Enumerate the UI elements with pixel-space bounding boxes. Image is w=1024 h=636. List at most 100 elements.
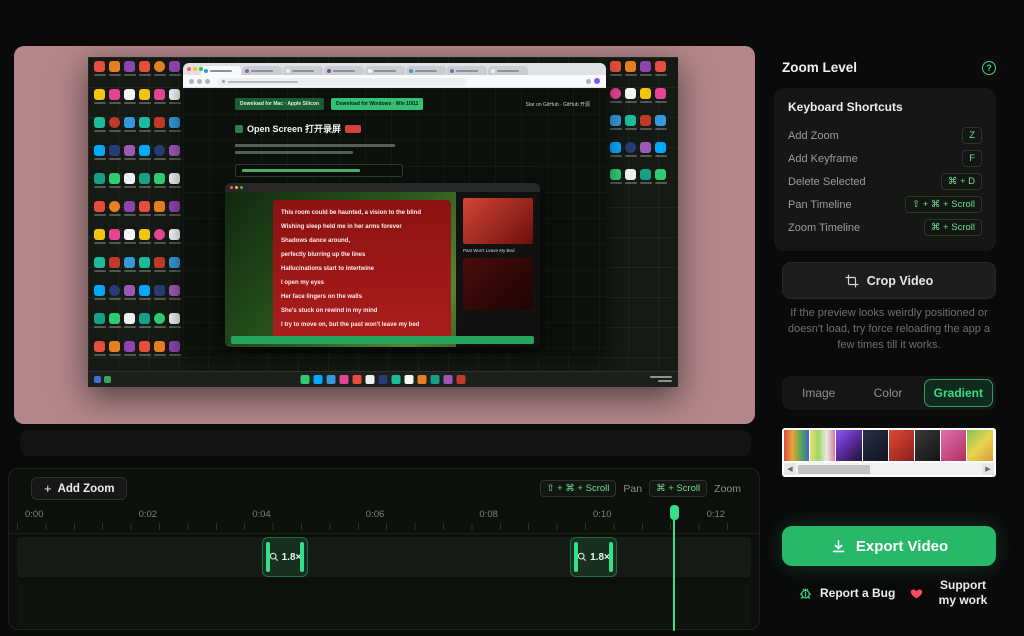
magnifier-icon — [269, 552, 279, 562]
desktop-icon-label — [139, 214, 151, 216]
desktop-icon-label — [124, 74, 136, 76]
desktop-icon-glyph — [169, 285, 180, 296]
start-icon — [104, 376, 111, 383]
horizontal-scrollbar[interactable]: ◀ ▶ — [784, 463, 994, 475]
keyboard-shortcuts-card: Keyboard Shortcuts Add ZoomZAdd Keyframe… — [774, 88, 996, 251]
desktop-icon-label — [109, 186, 121, 188]
desktop-icon-label — [124, 270, 136, 272]
desktop-icon-glyph — [169, 229, 180, 240]
taskbar-app-icon — [327, 375, 336, 384]
lyric-line: I try to move on, but the past won't lea… — [281, 318, 443, 332]
desktop-icon-label — [169, 158, 181, 160]
page-title: Open Screen 打开录屏 — [247, 122, 341, 135]
export-video-button[interactable]: Export Video — [782, 526, 996, 566]
tab-gradient[interactable]: Gradient — [924, 379, 993, 407]
close-window-icon — [230, 186, 233, 189]
clip-left-handle[interactable] — [574, 542, 578, 572]
desktop-icon — [608, 169, 623, 196]
forward-icon — [197, 79, 202, 84]
shortcut-label: Add Keyframe — [788, 153, 858, 165]
tab-favicon-icon — [368, 69, 372, 73]
desktop-icon-glyph — [169, 201, 180, 212]
desktop-icon-glyph — [169, 117, 180, 128]
desktop-icon-label — [124, 130, 136, 132]
clip-right-handle[interactable] — [609, 542, 613, 572]
scroll-right-icon[interactable]: ▶ — [982, 463, 994, 475]
desktop-icon-glyph — [139, 229, 150, 240]
playhead-handle[interactable] — [670, 505, 679, 520]
desktop-icon — [137, 117, 152, 145]
desktop-icon-glyph — [640, 88, 651, 99]
desktop-icon-glyph — [139, 61, 150, 72]
desktop-icon-label — [625, 155, 637, 157]
scroll-left-icon[interactable]: ◀ — [784, 463, 796, 475]
desktop-icon — [122, 61, 137, 89]
desktop-icon-label — [169, 102, 181, 104]
tab-color[interactable]: Color — [854, 379, 921, 407]
secondary-track[interactable] — [17, 584, 751, 627]
heart-icon — [910, 587, 923, 600]
desktop-icon — [92, 117, 107, 145]
gradient-swatch[interactable] — [810, 430, 835, 461]
timeline-zoom-clip[interactable]: 1.8× — [262, 537, 308, 577]
desktop-icon — [653, 142, 668, 169]
zoom-track[interactable]: 1.8× 1.8× — [17, 537, 751, 577]
desktop-icon-label — [124, 186, 136, 188]
shortcut-key-badge: ⇧ + ⌘ + Scroll — [905, 196, 982, 213]
desktop-icon-label — [94, 186, 106, 188]
gradient-swatch[interactable] — [915, 430, 940, 461]
scrollbar-thumb[interactable] — [798, 465, 870, 474]
timeline-ruler[interactable]: 0:000:020:040:060:080:100:12 — [17, 509, 751, 521]
desktop-icon-label — [139, 74, 151, 76]
close-window-icon — [187, 67, 191, 71]
desktop-icon — [122, 117, 137, 145]
lyric-line: Shadows dance around, — [281, 234, 443, 248]
desktop-icon — [152, 61, 167, 89]
gradient-swatch[interactable] — [784, 430, 809, 461]
minimize-window-icon — [193, 67, 197, 71]
gradient-swatch[interactable] — [941, 430, 966, 461]
shortcut-label: Pan Timeline — [788, 199, 852, 211]
desktop-icon-glyph — [610, 142, 621, 153]
ruler-tick-label: 0:06 — [366, 509, 385, 520]
help-icon[interactable]: ? — [982, 61, 996, 75]
gradient-swatch[interactable] — [889, 430, 914, 461]
taskbar-app-icon — [340, 375, 349, 384]
desktop-icon-label — [640, 182, 652, 184]
playhead[interactable] — [673, 507, 675, 631]
bug-icon — [798, 586, 813, 601]
desktop-icon-label — [610, 128, 622, 130]
album-caption: Past Won't Leave My Bed — [463, 248, 533, 253]
desktop-icon-label — [109, 74, 121, 76]
desktop-icon-glyph — [139, 285, 150, 296]
desktop-icon-label — [169, 214, 181, 216]
desktop-icon — [137, 89, 152, 117]
desktop-icon-label — [124, 102, 136, 104]
gradient-swatch[interactable] — [863, 430, 888, 461]
desktop-icon — [92, 229, 107, 257]
crop-video-button[interactable]: Crop Video — [782, 262, 996, 299]
desktop-icon-label — [655, 182, 667, 184]
gradient-swatch[interactable] — [836, 430, 861, 461]
tab-image[interactable]: Image — [785, 379, 852, 407]
tab-favicon-icon — [327, 69, 331, 73]
desktop-icon-glyph — [625, 88, 636, 99]
timeline-zoom-clip[interactable]: 1.8× — [570, 537, 617, 577]
desktop-icon-glyph — [154, 61, 165, 72]
clip-right-handle[interactable] — [300, 542, 304, 572]
tab-favicon-icon — [491, 69, 495, 73]
desktop-icon-glyph — [154, 173, 165, 184]
browser-tab — [447, 66, 487, 75]
clip-left-handle[interactable] — [266, 542, 270, 572]
desktop-icon — [107, 257, 122, 285]
report-bug-button[interactable]: Report a Bug — [798, 586, 895, 601]
magnifier-icon — [577, 552, 587, 562]
gradient-swatch[interactable] — [967, 430, 992, 461]
clock-text-bar — [650, 376, 672, 378]
support-button[interactable]: Support my work — [910, 578, 996, 608]
zoom-shortcut-badge: ⌘ + Scroll — [649, 480, 707, 497]
add-zoom-button[interactable]: + Add Zoom — [31, 477, 127, 500]
desktop-icon-glyph — [169, 61, 180, 72]
video-preview-canvas[interactable]: Download for Mac · Apple Silicon Downloa… — [14, 46, 755, 424]
collapsed-panel-strip — [20, 430, 751, 456]
